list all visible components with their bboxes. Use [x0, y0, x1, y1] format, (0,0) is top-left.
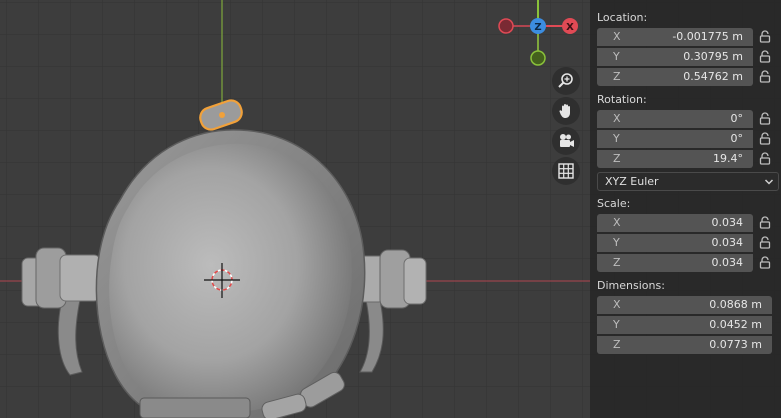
dimensions-x-field[interactable]: X 0.0868 m [597, 296, 772, 314]
chevron-down-icon [764, 179, 774, 185]
location-y-lock-icon[interactable] [758, 50, 772, 64]
scale-z-lock-icon[interactable] [758, 256, 772, 270]
dimensions-y-field[interactable]: Y 0.0452 m [597, 316, 772, 334]
rotation-z-field[interactable]: Z 19.4° [597, 150, 753, 168]
transform-panel: Location: X -0.001775 m Y 0.30795 m Z 0.547… [590, 0, 781, 418]
zoom-button[interactable] [552, 67, 580, 95]
scale-z-field[interactable]: Z 0.034 [597, 254, 753, 272]
pan-button[interactable] [552, 97, 580, 125]
gizmo-x-label: X [566, 22, 574, 33]
location-z-field[interactable]: Z 0.54762 m [597, 68, 753, 86]
location-x-lock-icon[interactable] [758, 30, 772, 44]
rotation-mode-dropdown[interactable]: XYZ Euler [597, 172, 779, 191]
dimensions-label: Dimensions: [597, 279, 665, 292]
hand-icon [559, 104, 570, 118]
scale-label: Scale: [597, 197, 631, 210]
location-label: Location: [597, 11, 648, 24]
rotation-x-field[interactable]: X 0° [597, 110, 753, 128]
rotation-mode-value: XYZ Euler [605, 175, 659, 188]
rotation-y-lock-icon[interactable] [758, 132, 772, 146]
ortho-toggle-button[interactable] [552, 157, 580, 185]
gizmo-neg-x[interactable] [498, 18, 514, 34]
rotation-y-field[interactable]: Y 0° [597, 130, 753, 148]
scale-y-field[interactable]: Y 0.034 [597, 234, 753, 252]
location-z-lock-icon[interactable] [758, 70, 772, 84]
dimensions-z-field[interactable]: Z 0.0773 m [597, 336, 772, 354]
location-x-field[interactable]: X -0.001775 m [597, 28, 753, 46]
blender-window: X Z Location: X -0.001775 m Y 0.30795 m … [0, 0, 781, 418]
camera-view-button[interactable] [552, 127, 580, 155]
rotation-x-lock-icon[interactable] [758, 112, 772, 126]
grid-icon [558, 163, 574, 179]
gizmo-z-label: Z [534, 22, 541, 33]
rotation-z-lock-icon[interactable] [758, 152, 772, 166]
camera-icon [560, 134, 574, 147]
gizmo-neg-y[interactable] [530, 50, 546, 66]
zoom-icon [558, 73, 573, 88]
location-y-field[interactable]: Y 0.30795 m [597, 48, 753, 66]
rotation-label: Rotation: [597, 93, 647, 106]
scale-x-lock-icon[interactable] [758, 216, 772, 230]
scale-x-field[interactable]: X 0.034 [597, 214, 753, 232]
scale-y-lock-icon[interactable] [758, 236, 772, 250]
